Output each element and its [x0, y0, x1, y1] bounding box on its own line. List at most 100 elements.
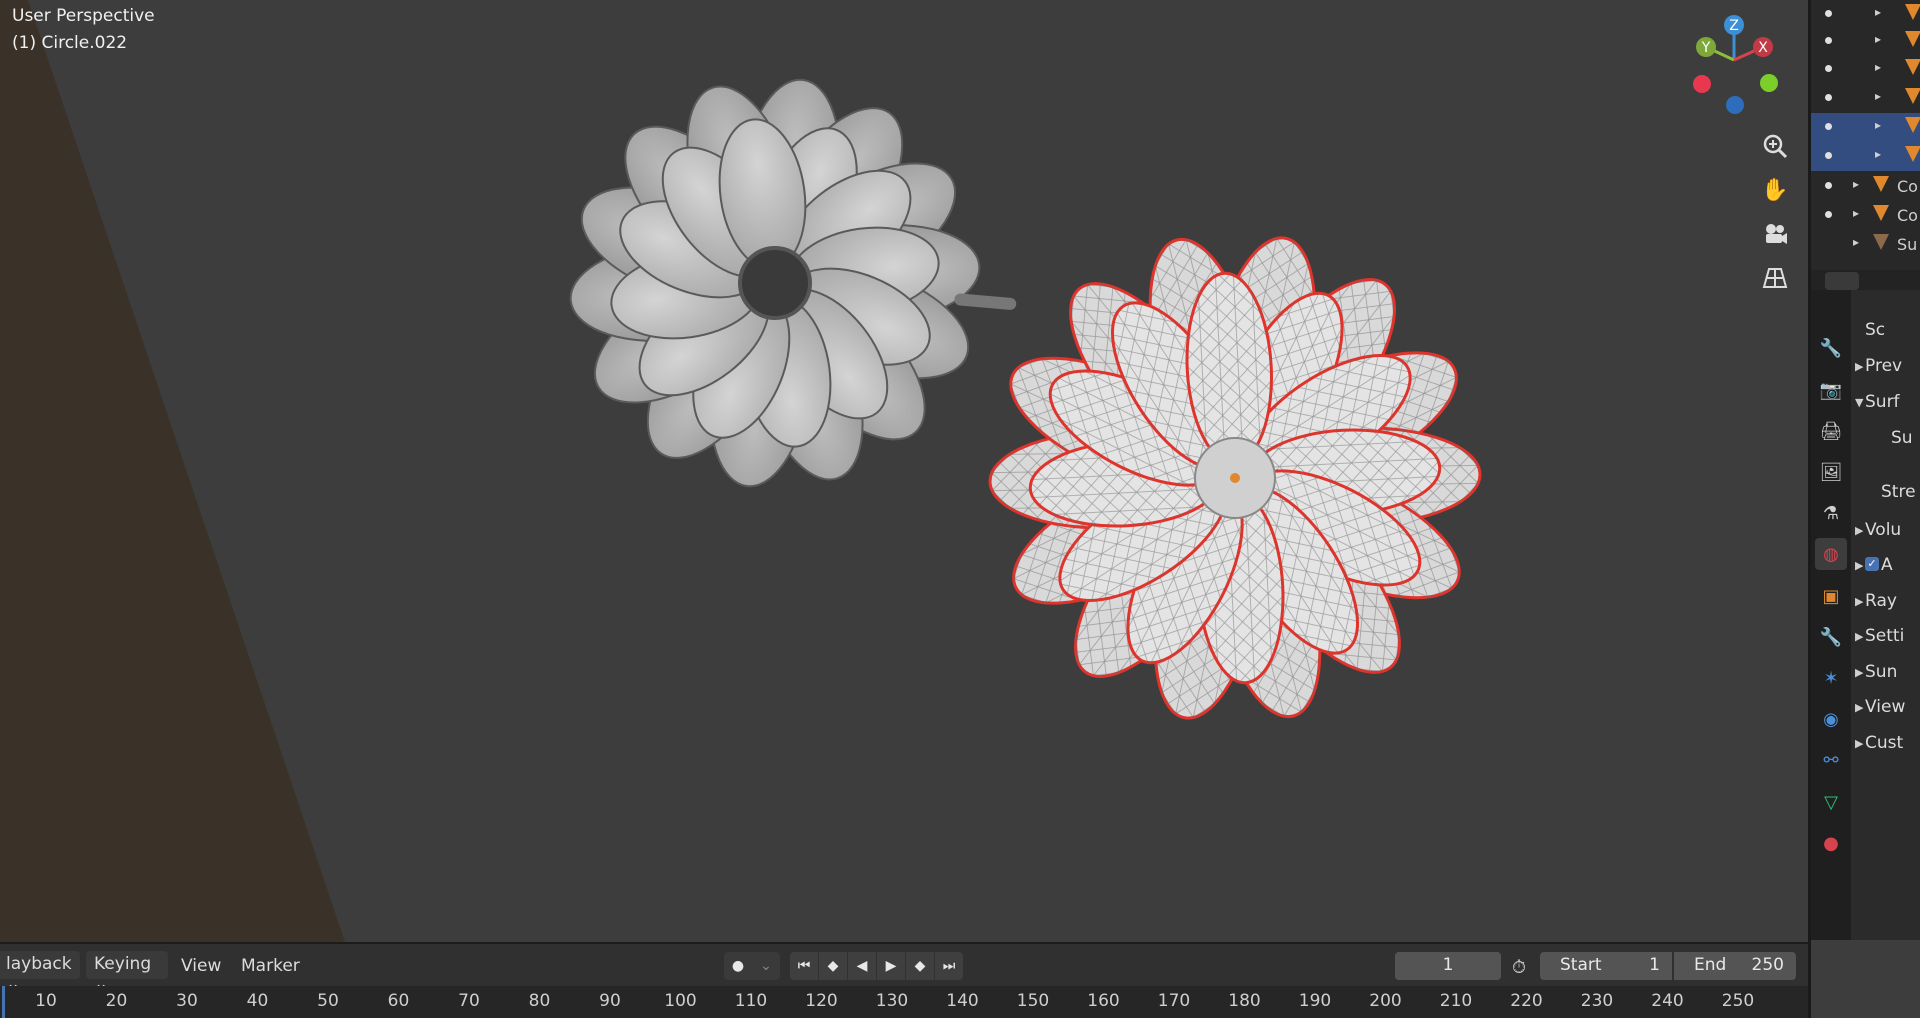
outliner-row[interactable]: ▸ — [1811, 55, 1920, 84]
jump-end-icon[interactable]: ⏭ — [935, 952, 963, 980]
view-layer-icon[interactable]: 🖼 — [1815, 456, 1847, 488]
checkbox-icon[interactable]: ✓ — [1865, 557, 1879, 571]
outliner-row[interactable]: ▸ — [1811, 113, 1920, 142]
panel-toggle-icon[interactable]: ▶ — [1855, 666, 1863, 679]
outliner-row[interactable]: ▸ — [1811, 27, 1920, 56]
property-panel-label[interactable]: Stre — [1881, 482, 1916, 502]
camera-icon[interactable] — [1757, 216, 1793, 252]
panel-toggle-icon[interactable]: ▶ — [1855, 595, 1863, 608]
property-panel-label[interactable]: Cust — [1865, 733, 1903, 753]
expand-arrow-icon[interactable]: ▸ — [1853, 177, 1859, 191]
timeline-tick-label: 230 — [1580, 991, 1614, 1011]
current-frame-field[interactable]: 1 — [1395, 952, 1501, 980]
expand-arrow-icon[interactable]: ▸ — [1875, 5, 1881, 19]
gizmo-neg-x — [1693, 75, 1711, 93]
panel-toggle-icon[interactable]: ▶ — [1855, 524, 1863, 537]
property-panel-label[interactable]: Setti — [1865, 626, 1904, 646]
panel-toggle-icon[interactable]: ▶ — [1855, 360, 1863, 373]
outliner-item-label: Co — [1897, 177, 1918, 196]
flower-stem — [954, 293, 1017, 310]
gizmo-x-label: X — [1758, 40, 1768, 56]
jump-start-icon[interactable]: ⏮ — [790, 952, 818, 980]
outliner-row[interactable]: ▸ Co — [1811, 172, 1920, 201]
expand-arrow-icon[interactable]: ▸ — [1853, 235, 1859, 249]
editor-type-icon[interactable] — [1825, 272, 1859, 290]
hand-pan-icon[interactable]: ✋ — [1757, 172, 1793, 208]
outliner-row[interactable]: ▸ — [1811, 84, 1920, 113]
mesh-icon — [1905, 88, 1920, 104]
navigation-gizmo[interactable]: Z Y X — [1680, 10, 1800, 120]
expand-arrow-icon[interactable]: ▸ — [1875, 118, 1881, 132]
playback-menu[interactable]: layback ⌄ — [0, 951, 80, 994]
panel-toggle-icon[interactable]: ▶ — [1855, 737, 1863, 750]
grid-perspective-icon[interactable] — [1757, 260, 1793, 296]
expand-arrow-icon[interactable]: ▸ — [1875, 89, 1881, 103]
panel-toggle-icon[interactable]: ▶ — [1855, 701, 1863, 714]
outliner-row[interactable]: ▸ Su — [1811, 230, 1920, 259]
stopwatch-icon[interactable]: ⏱ — [1512, 957, 1526, 978]
outliner-row[interactable]: ▸ Co — [1811, 201, 1920, 230]
render-icon[interactable]: 📷 — [1815, 374, 1847, 406]
next-keyframe-icon[interactable]: ◆ — [906, 952, 934, 980]
timeline-ruler[interactable]: 10 20 30 40 50 60 70 80 90 100 110 120 130 140 150 160 1… — [0, 986, 1808, 1018]
property-panel-label[interactable]: Surf — [1865, 392, 1900, 412]
playhead[interactable] — [2, 986, 5, 1018]
visibility-icon[interactable] — [1825, 211, 1832, 218]
visibility-icon[interactable] — [1825, 10, 1832, 17]
properties-tabs: 🔧 📷 🖨 🖼 ⚗ ◍ ▣ 🔧 ✶ ◉ ⚯ ▽ ● — [1811, 290, 1851, 940]
flower-unselected — [569, 78, 981, 488]
world-icon[interactable]: ◍ — [1815, 538, 1847, 570]
tool-icon[interactable]: 🔧 — [1815, 332, 1847, 364]
visibility-icon[interactable] — [1825, 94, 1832, 101]
constraints-icon[interactable]: ⚯ — [1815, 744, 1847, 776]
property-panel-label[interactable]: View — [1865, 697, 1905, 717]
expand-arrow-icon[interactable]: ▸ — [1853, 206, 1859, 220]
outliner-row[interactable]: ▸ — [1811, 142, 1920, 171]
visibility-icon[interactable] — [1825, 37, 1832, 44]
panel-toggle-icon[interactable]: ▶ — [1855, 630, 1863, 643]
object-icon[interactable]: ▣ — [1815, 580, 1847, 612]
object-origin — [1230, 473, 1240, 483]
start-frame-field[interactable]: Start 1 — [1540, 952, 1672, 980]
material-icon[interactable]: ● — [1815, 827, 1847, 859]
output-icon[interactable]: 🖨 — [1815, 415, 1847, 447]
play-icon[interactable]: ▶ — [877, 952, 905, 980]
property-panel-label[interactable]: Volu — [1865, 520, 1901, 540]
expand-arrow-icon[interactable]: ▸ — [1875, 60, 1881, 74]
gizmo-neg-y — [1760, 74, 1778, 92]
property-panel-label[interactable]: A — [1881, 555, 1893, 575]
expand-arrow-icon[interactable]: ▸ — [1875, 32, 1881, 46]
3d-viewport[interactable]: User Perspective (1) Circle.022 Z Y X ✋ — [0, 0, 1808, 942]
scene-icon[interactable]: ⚗ — [1815, 497, 1847, 529]
visibility-icon[interactable] — [1825, 152, 1832, 159]
physics-icon[interactable]: ◉ — [1815, 703, 1847, 735]
panel-toggle-icon[interactable]: ▶ — [1855, 559, 1863, 572]
property-panel-label[interactable]: Ray — [1865, 591, 1897, 611]
property-panel-label[interactable]: Su — [1891, 428, 1913, 448]
modifier-icon[interactable]: 🔧 — [1815, 621, 1847, 653]
record-icon[interactable]: ● — [724, 952, 752, 980]
panel-toggle-icon[interactable]: ▼ — [1855, 396, 1863, 409]
play-reverse-icon[interactable]: ◀ — [848, 952, 876, 980]
prev-keyframe-icon[interactable]: ◆ — [819, 952, 847, 980]
timeline-tick-label: 210 — [1439, 991, 1473, 1011]
data-icon[interactable]: ▽ — [1815, 786, 1847, 818]
particles-icon[interactable]: ✶ — [1815, 662, 1847, 694]
timeline-tick-label: 170 — [1157, 991, 1191, 1011]
visibility-icon[interactable] — [1825, 123, 1832, 130]
timeline-tick-label: 250 — [1721, 991, 1755, 1011]
mesh-icon — [1873, 205, 1889, 221]
visibility-icon[interactable] — [1825, 65, 1832, 72]
end-frame-field[interactable]: End 250 — [1674, 952, 1796, 980]
expand-arrow-icon[interactable]: ▸ — [1875, 147, 1881, 161]
outliner-row[interactable]: ▸ — [1811, 0, 1920, 29]
property-panel-label[interactable]: Sun — [1865, 662, 1897, 682]
marker-menu[interactable]: Marker — [241, 956, 300, 976]
outliner-item-label: Su — [1897, 235, 1918, 254]
property-panel-label[interactable]: Prev — [1865, 356, 1902, 376]
chevron-down-icon[interactable]: ⌄ — [752, 952, 780, 980]
zoom-icon[interactable] — [1757, 128, 1793, 164]
view-menu[interactable]: View — [181, 956, 221, 976]
visibility-icon[interactable] — [1825, 182, 1832, 189]
keying-menu[interactable]: Keying ⌄ — [86, 951, 168, 994]
